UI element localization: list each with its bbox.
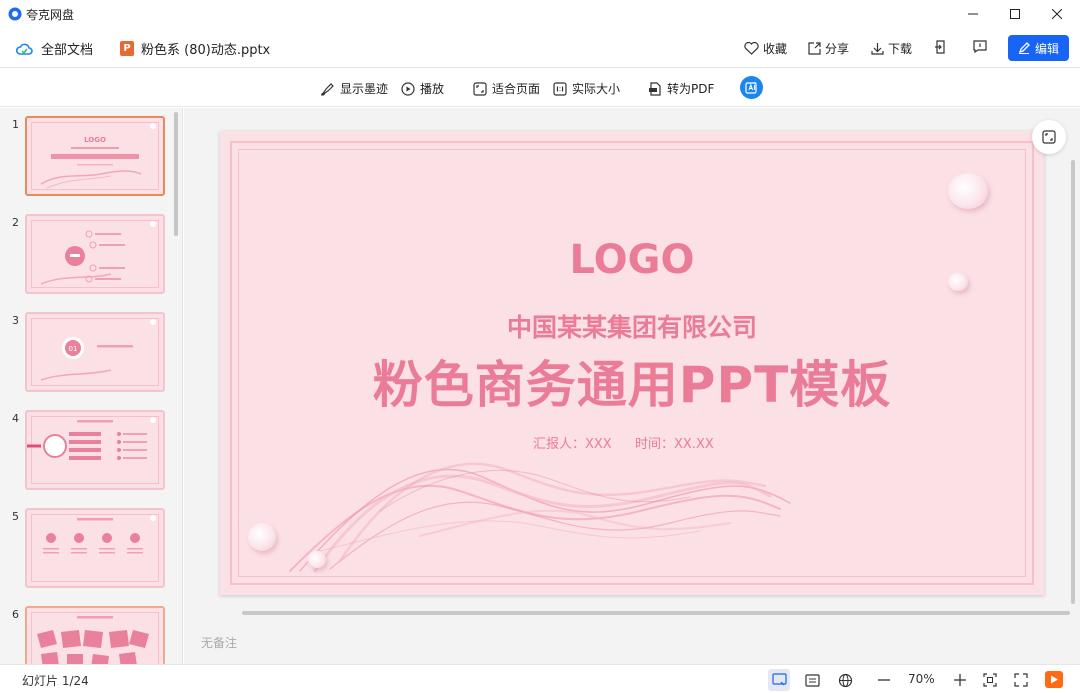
share-label: 分享 <box>825 42 850 56</box>
edit-button[interactable]: 编辑 <box>1008 35 1069 61</box>
petal-decoration <box>948 273 968 291</box>
minimize-button[interactable] <box>950 0 996 28</box>
app-logo-icon <box>8 7 22 21</box>
download-label: 下载 <box>888 42 913 56</box>
thumbnail-image: 01 <box>25 312 165 392</box>
petal-decoration <box>948 173 988 209</box>
slide-thumbnail[interactable]: 3 01 <box>0 312 175 396</box>
convert-pdf-label: 转为PDF <box>667 82 715 96</box>
pptx-file-icon: P <box>120 41 134 56</box>
slide-thumbnail-panel: 1 LOGO 2 3 01 4 5 6 <box>0 108 183 664</box>
actual-size-label: 实际大小 <box>572 82 621 96</box>
plus-icon <box>954 674 966 686</box>
fullscreen-button[interactable] <box>1010 669 1032 691</box>
sidebar-scrollbar[interactable] <box>174 112 178 236</box>
file-name-label: 粉色系 (80)动态.pptx <box>141 43 271 58</box>
slideshow-play-button[interactable] <box>1045 671 1063 688</box>
title-bar: 夸克网盘 <box>0 0 1080 28</box>
petal-decoration <box>308 551 326 568</box>
thumbnail-image <box>25 410 165 490</box>
play-label: 播放 <box>420 82 445 96</box>
document-bar: 全部文档 P 粉色系 (80)动态.pptx 收藏 分享 下载 编辑 <box>0 28 1080 68</box>
web-view-button[interactable] <box>834 669 856 691</box>
fit-view-icon <box>1041 129 1057 145</box>
fit-window-icon <box>983 673 997 687</box>
cloud-icon <box>16 42 33 56</box>
fullscreen-icon <box>1014 673 1028 687</box>
slide-thumbnail[interactable]: 5 <box>0 508 175 592</box>
slide-number: 5 <box>12 510 19 523</box>
notes-icon <box>804 673 820 687</box>
slide-number: 6 <box>12 608 19 621</box>
slide-number: 2 <box>12 216 19 229</box>
notes-view-button[interactable] <box>801 669 823 691</box>
pdf-icon <box>648 81 662 96</box>
current-slide: LOGO 中国某某集团有限公司 粉色商务通用PPT模板 汇报人：XXX 时间：X… <box>220 131 1044 595</box>
horizontal-scrollbar[interactable] <box>242 611 1070 615</box>
comment-icon <box>973 40 987 53</box>
fit-page-icon <box>473 81 487 96</box>
globe-icon <box>838 673 853 688</box>
favorite-label: 收藏 <box>763 42 788 56</box>
edit-label: 编辑 <box>1034 41 1059 56</box>
normal-view-icon <box>771 673 787 687</box>
all-docs-label: 全部文档 <box>41 43 94 58</box>
actual-size-icon <box>553 81 567 96</box>
zoom-in-button[interactable] <box>949 669 971 691</box>
actual-size-button[interactable]: 实际大小 <box>553 80 620 97</box>
status-bar: 幻灯片 1/24 70% <box>0 664 1080 693</box>
favorite-button[interactable]: 收藏 <box>744 40 787 57</box>
convert-pdf-button[interactable]: 转为PDF <box>648 80 714 97</box>
export-icon <box>934 40 947 54</box>
slide-number: 1 <box>12 118 19 131</box>
maximize-button[interactable] <box>992 0 1038 28</box>
minus-icon <box>878 674 890 686</box>
normal-view-button[interactable] <box>768 669 790 691</box>
slide-number: 3 <box>12 314 19 327</box>
thumbnail-image <box>25 606 165 664</box>
slide-thumbnail[interactable]: 6 <box>0 606 175 664</box>
close-button[interactable] <box>1034 0 1080 28</box>
play-button[interactable]: 播放 <box>401 80 444 97</box>
ink-pen-icon <box>320 82 335 96</box>
play-icon <box>1050 675 1059 684</box>
fit-view-button[interactable] <box>1032 120 1066 154</box>
thumbnail-image: LOGO <box>25 116 165 196</box>
zoom-level[interactable]: 70% <box>908 672 935 686</box>
svg-text:LOGO: LOGO <box>84 136 106 144</box>
show-ink-label: 显示墨迹 <box>340 82 389 96</box>
file-name: P 粉色系 (80)动态.pptx <box>120 39 270 58</box>
ai-icon <box>745 81 758 94</box>
svg-text:01: 01 <box>69 345 78 353</box>
notes-placeholder[interactable]: 无备注 <box>201 634 237 651</box>
viewer-toolbar: 显示墨迹 播放 适合页面 实际大小 转为PDF <box>0 69 1080 107</box>
all-docs-link[interactable]: 全部文档 <box>16 39 93 58</box>
zoom-out-button[interactable] <box>873 669 895 691</box>
show-ink-button[interactable]: 显示墨迹 <box>320 80 388 97</box>
download-icon <box>871 42 884 55</box>
comment-button[interactable] <box>973 40 987 53</box>
silk-ribbon-decoration <box>289 462 791 573</box>
thumbnail-image <box>25 508 165 588</box>
slide-thumbnail[interactable]: 1 LOGO <box>0 116 175 200</box>
heart-icon <box>744 42 759 55</box>
play-circle-icon <box>401 81 415 96</box>
share-button[interactable]: 分享 <box>808 40 849 57</box>
slide-counter: 幻灯片 1/24 <box>22 674 89 688</box>
slide-thumbnail[interactable]: 2 <box>0 214 175 298</box>
download-button[interactable]: 下载 <box>871 40 912 57</box>
vertical-scrollbar[interactable] <box>1071 160 1075 604</box>
export-button[interactable] <box>934 40 947 54</box>
ai-assistant-button[interactable] <box>740 76 763 99</box>
thumbnail-image <box>25 214 165 294</box>
slide-thumbnail[interactable]: 4 <box>0 410 175 494</box>
fit-page-label: 适合页面 <box>492 82 541 96</box>
app-title: 夸克网盘 <box>26 8 75 22</box>
pencil-icon <box>1018 42 1030 54</box>
share-icon <box>808 42 821 55</box>
fit-window-button[interactable] <box>979 669 1001 691</box>
slide-number: 4 <box>12 412 19 425</box>
petal-decoration <box>248 523 276 551</box>
fit-page-button[interactable]: 适合页面 <box>473 80 540 97</box>
